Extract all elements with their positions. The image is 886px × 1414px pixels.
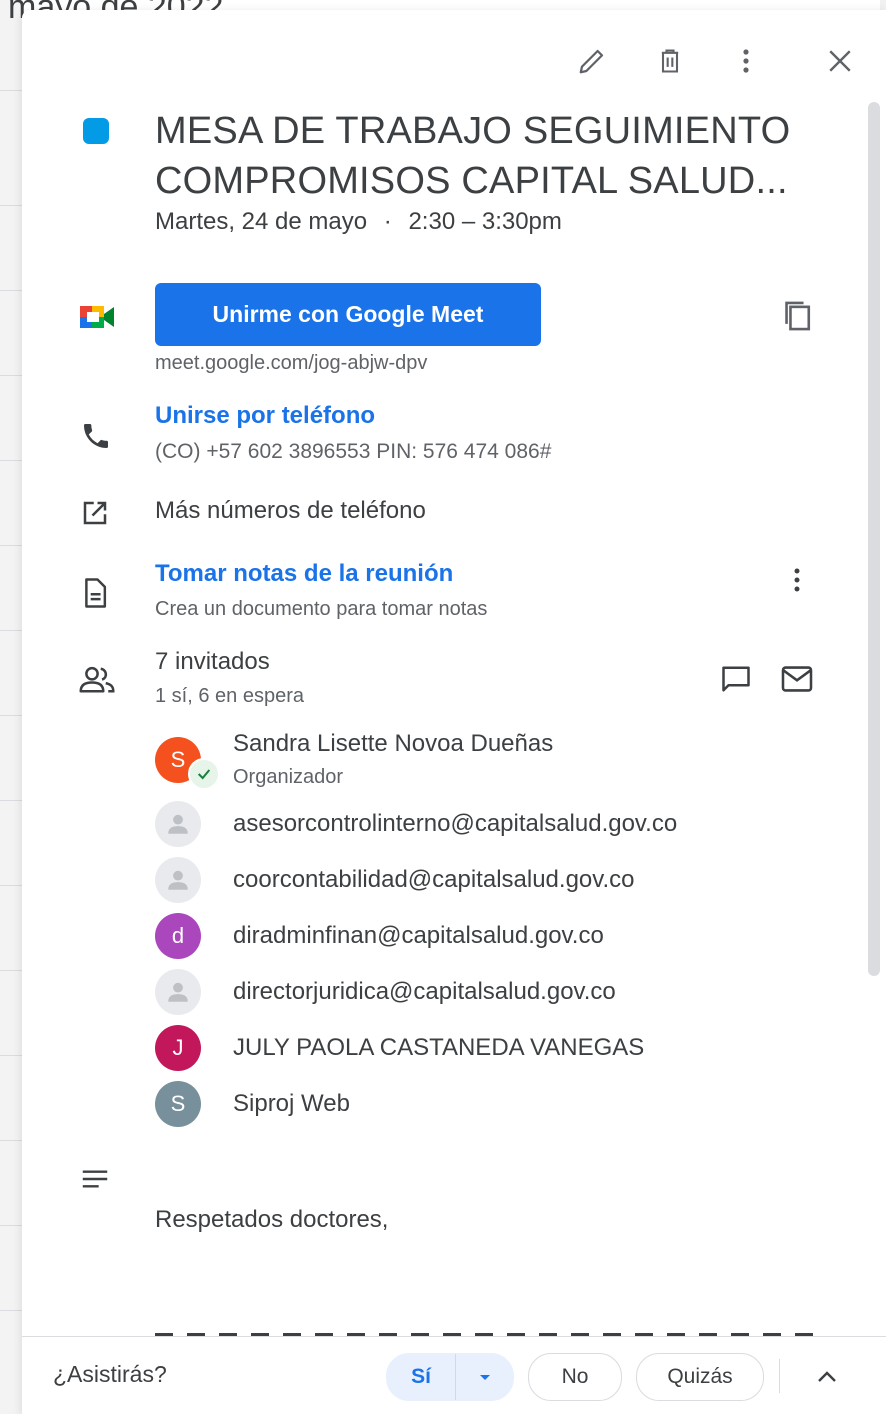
- open-in-new-icon: [80, 498, 110, 533]
- guests-icon: [78, 665, 116, 700]
- avatar-initial: d: [171, 923, 185, 948]
- description-icon: [80, 1168, 110, 1195]
- notes-more-options-button[interactable]: [773, 556, 821, 604]
- chat-with-guests-button[interactable]: [712, 655, 760, 703]
- rsvp-yes-button[interactable]: Sí: [386, 1353, 514, 1401]
- edit-event-button[interactable]: [568, 37, 616, 85]
- document-icon: [80, 577, 110, 614]
- caret-down-icon: [479, 1375, 490, 1380]
- trash-icon: [661, 49, 679, 73]
- guest-response-summary: 1 sí, 6 en espera: [155, 685, 304, 707]
- more-phone-numbers-link[interactable]: Más números de teléfono: [155, 497, 426, 525]
- avatar-initial: S: [170, 747, 186, 772]
- more-options-button[interactable]: [722, 37, 770, 85]
- guest-name[interactable]: directorjuridica@capitalsalud.gov.co: [233, 978, 616, 1006]
- event-color-swatch: [83, 118, 109, 144]
- guest-name[interactable]: JULY PAOLA CASTANEDA VANEGAS: [233, 1034, 644, 1062]
- copy-conference-info-button[interactable]: [773, 292, 821, 340]
- chevron-up-icon: [818, 1371, 836, 1382]
- guest-name[interactable]: Sandra Lisette Novoa Dueñas: [233, 730, 553, 758]
- event-date-time: Martes, 24 de mayo · 2:30 – 3:30pm: [155, 208, 562, 236]
- person-icon: [168, 814, 188, 834]
- guest-count: 7 invitados: [155, 648, 270, 675]
- join-meet-button[interactable]: Unirme con Google Meet: [155, 283, 541, 346]
- avatar-initial: S: [170, 1091, 186, 1116]
- guest-avatar[interactable]: J: [155, 1025, 201, 1071]
- phone-icon: [80, 420, 112, 457]
- rsvp-options-dropdown[interactable]: [456, 1372, 513, 1382]
- guest-avatar[interactable]: d: [155, 913, 201, 959]
- email-guests-button[interactable]: [773, 655, 821, 703]
- guest-avatar[interactable]: S: [155, 1081, 201, 1127]
- more-vert-icon: [743, 49, 749, 73]
- event-time: 2:30 – 3:30pm: [408, 208, 562, 235]
- person-icon: [168, 870, 188, 890]
- more-vert-icon: [794, 568, 800, 592]
- guest-name[interactable]: asesorcontrolinterno@capitalsalud.gov.co: [233, 810, 677, 838]
- guest-avatar[interactable]: [155, 801, 201, 847]
- avatar-initial: J: [172, 1035, 184, 1060]
- event-title: MESA DE TRABAJO SEGUIMIENTO COMPROMISOS …: [155, 110, 791, 202]
- chat-icon: [722, 666, 750, 692]
- take-meeting-notes-link[interactable]: Tomar notas de la reunión: [155, 560, 453, 588]
- footer-divider: [779, 1359, 780, 1393]
- expand-rsvp-button[interactable]: [803, 1353, 851, 1401]
- join-by-phone-link[interactable]: Unirse por teléfono: [155, 402, 375, 430]
- rsvp-maybe-button[interactable]: Quizás: [636, 1353, 764, 1401]
- google-meet-icon: [78, 300, 118, 339]
- close-button[interactable]: [816, 37, 864, 85]
- date-separator: ·: [383, 208, 392, 235]
- guest-name[interactable]: diradminfinan@capitalsalud.gov.co: [233, 922, 604, 950]
- event-date: Martes, 24 de mayo: [155, 208, 368, 235]
- guest-name[interactable]: coorcontabilidad@capitalsalud.gov.co: [233, 866, 635, 894]
- rsvp-question: ¿Asistirás?: [53, 1361, 167, 1387]
- guest-avatar[interactable]: [155, 969, 201, 1015]
- guest-name[interactable]: Siproj Web: [233, 1090, 350, 1118]
- meet-link[interactable]: meet.google.com/jog-abjw-dpv: [155, 352, 427, 375]
- event-details-popup: MESA DE TRABAJO SEGUIMIENTO COMPROMISOS …: [22, 10, 886, 1414]
- copy-icon: [785, 301, 811, 331]
- description-overflow: [155, 1328, 815, 1336]
- mail-icon: [781, 666, 813, 692]
- person-icon: [168, 982, 188, 1002]
- calendar-background-column: [0, 0, 22, 1414]
- pencil-icon: [579, 49, 604, 74]
- take-notes-subtitle: Crea un documento para tomar notas: [155, 598, 488, 620]
- rsvp-yes-label: Sí: [411, 1365, 431, 1388]
- accepted-check-icon: [188, 758, 220, 790]
- close-icon: [829, 50, 851, 72]
- phone-details: (CO) +57 602 3896553 PIN: 576 474 086#: [155, 440, 552, 463]
- guest-role: Organizador: [233, 766, 344, 788]
- rsvp-footer: ¿Asistirás? Sí No Quizás: [22, 1336, 886, 1414]
- rsvp-no-button[interactable]: No: [528, 1353, 622, 1401]
- guest-avatar[interactable]: [155, 857, 201, 903]
- popup-scrollbar[interactable]: [868, 102, 880, 976]
- event-description: Respetados doctores,: [155, 1206, 389, 1233]
- delete-event-button[interactable]: [646, 37, 694, 85]
